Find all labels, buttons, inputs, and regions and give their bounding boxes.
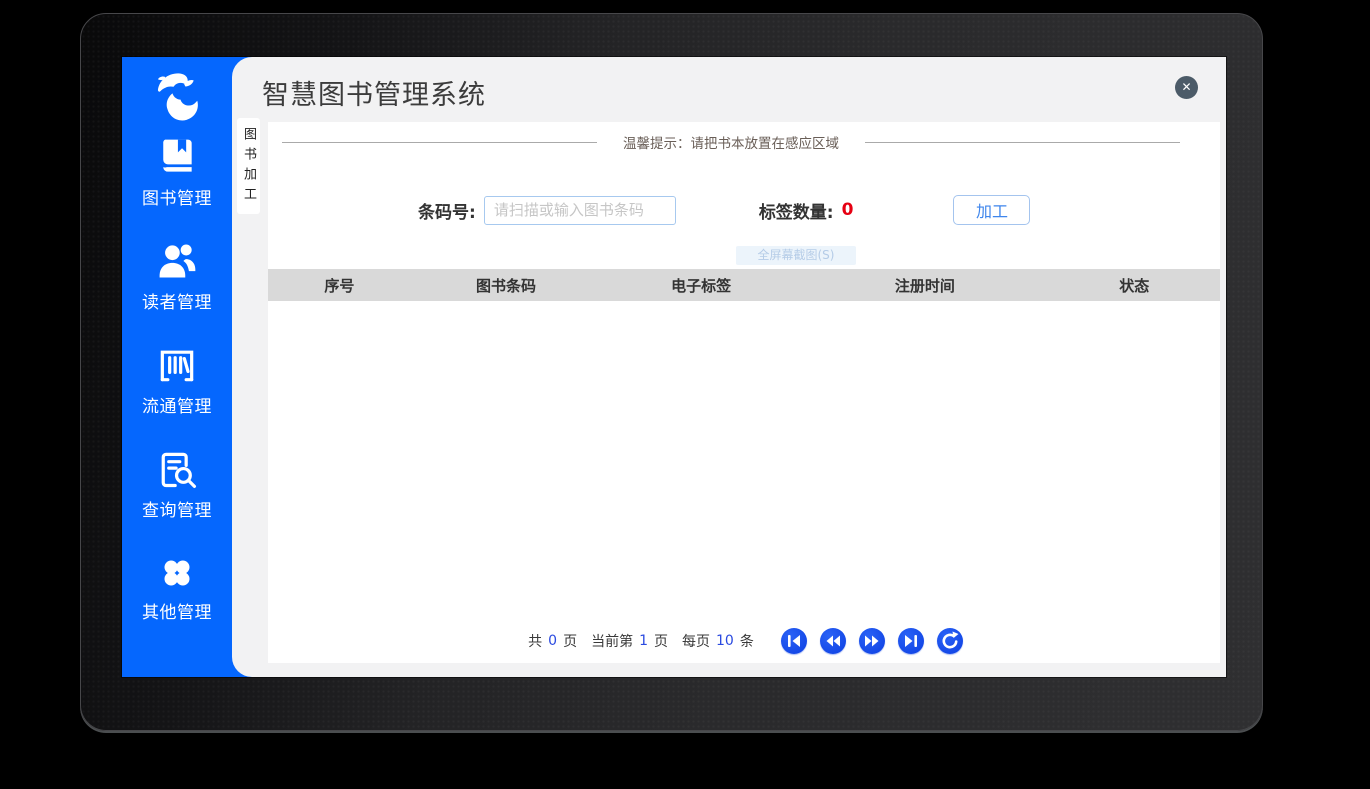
page-title: 智慧图书管理系统 (262, 73, 486, 112)
column-header-status: 状态 (1049, 275, 1220, 296)
sidebar-item-label: 其他管理 (122, 598, 232, 623)
book-icon (155, 164, 199, 183)
work-panel: 温馨提示：请把书本放置在感应区域 条码号: 标签数量: 0 加工 全屏幕截图(S… (268, 122, 1220, 663)
last-page-button[interactable] (898, 628, 924, 654)
sidebar-item-readers[interactable]: 读者管理 (122, 239, 232, 313)
sidebar: 图书管理 读者管理 (122, 57, 232, 677)
readers-icon (155, 268, 199, 287)
close-button[interactable]: ✕ (1175, 76, 1198, 99)
tag-count-label: 标签数量: (759, 198, 834, 223)
previous-page-button[interactable] (820, 628, 846, 654)
refresh-button[interactable] (937, 628, 963, 654)
pagination-total-label: 共 (528, 631, 542, 651)
tab-book-processing[interactable]: 图书加工 (237, 118, 260, 214)
content-area: 智慧图书管理系统 ✕ 图书加工 温馨提示：请把书本放置在感应区域 条码号: 标签… (232, 57, 1226, 677)
page-background: 图书管理 读者管理 (0, 0, 1370, 789)
tablet-bezel: 图书管理 读者管理 (80, 13, 1263, 731)
swirl-bird-logo-icon (148, 112, 206, 131)
column-header-rfid-tag: 电子标签 (601, 275, 801, 296)
pagination-total-pages: 0 (548, 633, 557, 649)
column-header-register-time: 注册时间 (801, 275, 1049, 296)
hint-row: 温馨提示：请把书本放置在感应区域 (282, 133, 1180, 151)
previous-page-icon (820, 628, 846, 654)
barcode-label: 条码号: (418, 198, 476, 223)
hint-text: 温馨提示：请把书本放置在感应区域 (623, 132, 839, 152)
search-document-icon (155, 476, 199, 495)
pagination-current-unit: 页 (654, 631, 668, 651)
sidebar-item-query[interactable]: 查询管理 (122, 447, 232, 521)
pagination-pages-unit: 页 (563, 631, 577, 651)
app-screen: 图书管理 读者管理 (122, 57, 1226, 677)
process-button[interactable]: 加工 (953, 195, 1030, 225)
pagination-size-unit: 条 (740, 631, 754, 651)
fullscreen-screenshot-ghost-button: 全屏幕截图(S) (736, 246, 856, 265)
next-page-button[interactable] (859, 628, 885, 654)
close-icon: ✕ (1181, 80, 1191, 94)
pagination-page-size: 10 (716, 633, 734, 649)
pagination-bar: 共 0 页 当前第 1 页 每页 10 条 (268, 626, 1220, 656)
barcode-input[interactable] (484, 196, 676, 225)
column-header-index: 序号 (268, 275, 411, 296)
hint-divider-right (865, 142, 1180, 143)
last-page-icon (898, 628, 924, 654)
table-header-row: 序号 图书条码 电子标签 注册时间 状态 (268, 269, 1220, 301)
tag-count-value: 0 (842, 200, 854, 220)
first-page-icon (781, 628, 807, 654)
sidebar-item-books[interactable]: 图书管理 (122, 135, 232, 209)
first-page-button[interactable] (781, 628, 807, 654)
pagination-current-label: 当前第 (591, 631, 633, 651)
next-page-icon (859, 628, 885, 654)
bookshelf-icon (155, 372, 199, 391)
app-logo (122, 65, 232, 131)
sidebar-item-circulation[interactable]: 流通管理 (122, 343, 232, 417)
refresh-icon (937, 628, 963, 654)
processing-form: 条码号: 标签数量: 0 加工 (268, 194, 1220, 226)
table-body-empty (268, 301, 1220, 617)
pagination-current-page: 1 (639, 633, 648, 649)
column-header-book-barcode: 图书条码 (411, 275, 601, 296)
sidebar-item-label: 读者管理 (122, 288, 232, 313)
pagination-size-label: 每页 (682, 631, 710, 651)
four-dots-icon (157, 578, 197, 597)
sidebar-item-others[interactable]: 其他管理 (122, 553, 232, 623)
sidebar-item-label: 流通管理 (122, 392, 232, 417)
hint-divider-left (282, 142, 597, 143)
sidebar-item-label: 图书管理 (122, 184, 232, 209)
sidebar-item-label: 查询管理 (122, 496, 232, 521)
